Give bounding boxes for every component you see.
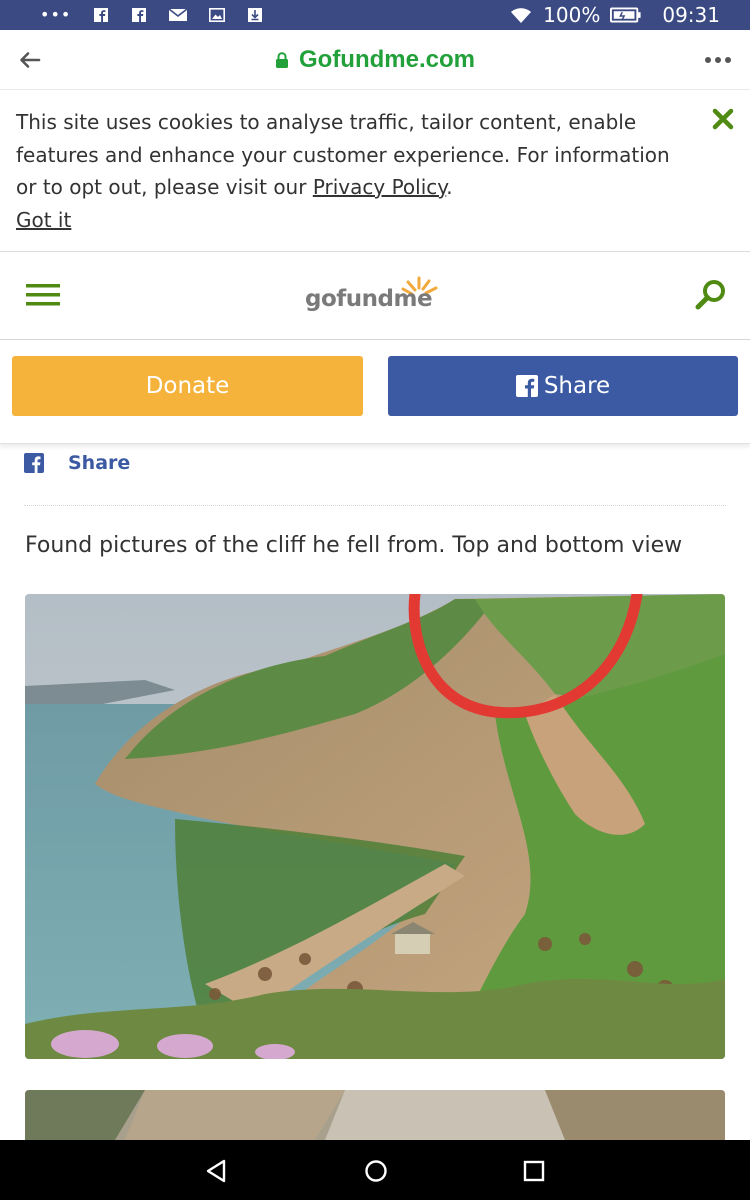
logo-wordmark: gofundme: [305, 286, 433, 312]
close-icon[interactable]: [712, 108, 734, 130]
cookie-banner: This site uses cookies to analyse traffi…: [0, 90, 750, 252]
divider: [24, 505, 726, 506]
clock: 09:31: [662, 3, 720, 27]
facebook-share-link[interactable]: Share: [24, 450, 130, 476]
cliff-photo-bottom-image: [25, 1090, 725, 1140]
wifi-icon: [511, 8, 532, 23]
facebook-notification-icon: [132, 8, 147, 22]
download-icon: [248, 8, 263, 22]
url-field[interactable]: Gofundme.com: [0, 30, 750, 90]
lock-icon: [275, 52, 288, 68]
browser-address-bar: Gofundme.com: [0, 30, 750, 90]
url-text: Gofundme.com: [298, 46, 475, 73]
share-link-label: Share: [68, 452, 131, 474]
more-dots-icon[interactable]: [704, 52, 732, 68]
status-bar: ••• 100% 09:31: [0, 0, 750, 30]
share-button[interactable]: Share: [388, 356, 738, 416]
notification-icons: •••: [0, 5, 263, 24]
system-status: 100% 09:31: [509, 3, 750, 27]
cliff-photo-image: [25, 594, 725, 1059]
nav-recent-apps-icon[interactable]: [521, 1158, 547, 1184]
hamburger-icon[interactable]: [26, 282, 60, 308]
battery-icon: [610, 7, 641, 23]
mail-icon: [169, 8, 188, 21]
more-dots-icon: •••: [40, 5, 72, 24]
donate-button[interactable]: Donate: [12, 356, 363, 416]
logo-text-gofund: gofund: [305, 286, 394, 312]
cliff-photo-bottom-view[interactable]: [25, 1090, 725, 1140]
site-header: gofundme: [0, 252, 750, 340]
share-button-label: Share: [543, 373, 611, 399]
cliff-photo-top-view[interactable]: [25, 594, 725, 1059]
got-it-link[interactable]: Got it: [16, 204, 71, 237]
battery-percent: 100%: [543, 3, 601, 27]
nav-home-icon[interactable]: [363, 1158, 389, 1184]
facebook-icon: [24, 453, 44, 473]
nav-back-icon[interactable]: [203, 1158, 229, 1184]
logo-text-me: me: [393, 286, 433, 312]
android-nav-bar: [0, 1140, 750, 1200]
gofundme-logo[interactable]: gofundme: [303, 270, 443, 322]
cookie-text-end: .: [446, 175, 453, 199]
post-text: Found pictures of the cliff he fell from…: [25, 533, 683, 558]
cookie-message: This site uses cookies to analyse traffi…: [16, 106, 688, 236]
facebook-notification-icon: [94, 8, 109, 22]
facebook-icon: [515, 375, 538, 397]
action-bar: Donate Share: [0, 340, 750, 444]
image-icon: [209, 8, 226, 22]
privacy-policy-link[interactable]: Privacy Policy: [313, 175, 446, 199]
search-icon[interactable]: [694, 278, 728, 312]
